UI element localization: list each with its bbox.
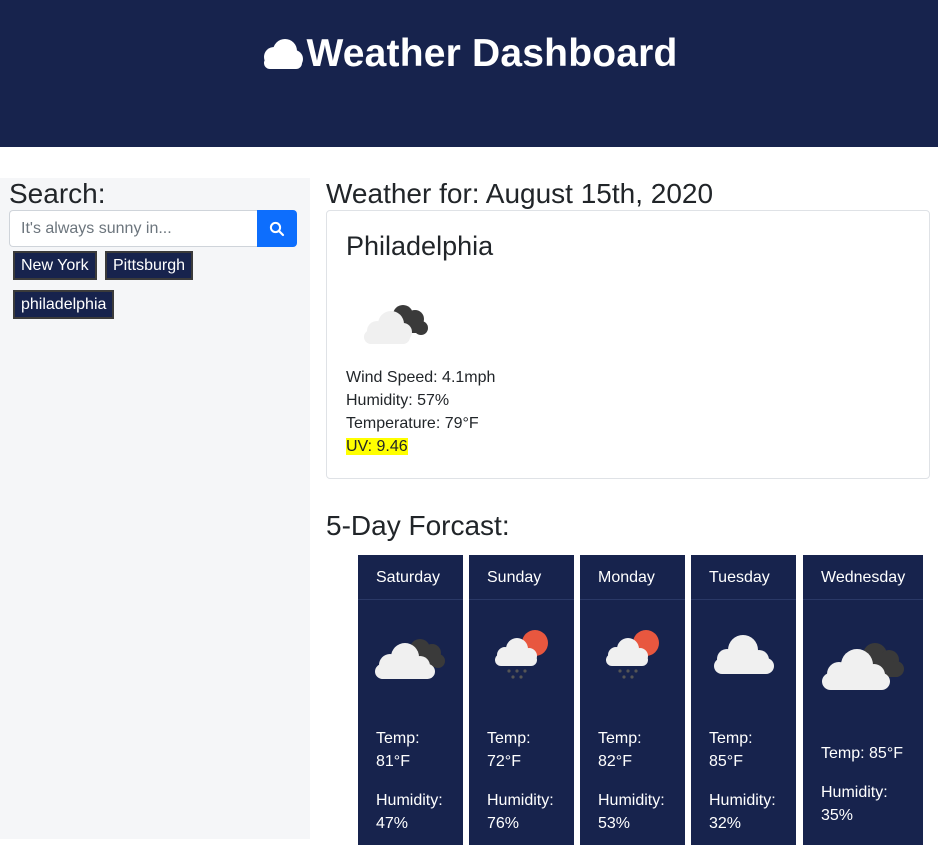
forecast-temp: Temp: 82°F — [598, 730, 642, 770]
search-heading: Search: — [9, 178, 106, 209]
cloud-icon — [714, 635, 774, 674]
forecast-temp: Temp: 85°F — [709, 730, 753, 770]
forecast-day-saturday: Saturday Temp: 81°F Humidity: 47% — [358, 555, 463, 845]
forecast-day-monday: Monday Temp: 82°F Humidity: 53% — [580, 555, 685, 845]
cloud-icon — [264, 38, 304, 69]
forecast-day-name: Tuesday — [709, 569, 770, 586]
forecast-day-tuesday: Tuesday Temp: 85°F Humidity: 32% — [691, 555, 796, 845]
forecast-humidity: Humidity: 35% — [821, 784, 888, 824]
temperature: Temperature: 79°F — [346, 415, 479, 432]
forecast-day-name: Sunday — [487, 569, 542, 586]
rain-sun-icon — [606, 630, 659, 679]
forecast-day-name: Wednesday — [821, 569, 906, 586]
forecast-humidity: Humidity: 47% — [376, 792, 443, 832]
search-row — [9, 210, 297, 247]
forecast-temp: Temp: 85°F — [821, 745, 903, 762]
forecast-humidity: Humidity: 53% — [598, 792, 665, 832]
forecast-day-wednesday: Wednesday Temp: 85°F Humidity: 35% — [803, 555, 923, 845]
forecast-humidity: Humidity: 76% — [487, 792, 554, 832]
humidity: Humidity: 57% — [346, 392, 450, 409]
app-header: Weather Dashboard — [0, 0, 938, 147]
uv-index: UV: 9.46 — [346, 438, 408, 455]
forecast-day-sunday: Sunday Temp: 72°F Humidity: 76% — [469, 555, 574, 845]
forecast-heading: 5-Day Forcast: — [326, 510, 510, 541]
search-input[interactable] — [9, 210, 257, 247]
history-button-philadelphia[interactable]: philadelphia — [13, 290, 115, 319]
cloudy-icon — [822, 643, 904, 690]
current-weather-card: Philadelphia Wind Speed: 4.1mph Humidity… — [326, 210, 930, 479]
search-button[interactable] — [257, 210, 297, 247]
cloudy-icon — [375, 639, 445, 679]
forecast-temp: Temp: 81°F — [376, 730, 420, 770]
search-icon — [269, 221, 285, 236]
cloudy-icon — [364, 305, 428, 344]
forecast-day-name: Saturday — [376, 569, 441, 586]
forecast-day-name: Monday — [598, 569, 655, 586]
search-sidebar: Search: New York Pittsburgh philadelphia — [0, 178, 310, 839]
forecast-temp: Temp: 72°F — [487, 730, 531, 770]
wind-speed: Wind Speed: 4.1mph — [346, 369, 496, 386]
app-title: Weather Dashboard — [306, 31, 678, 75]
history-button-pittsburgh[interactable]: Pittsburgh — [105, 251, 194, 280]
city-name: Philadelphia — [346, 231, 494, 261]
history-button-new-york[interactable]: New York — [13, 251, 97, 280]
current-weather-heading: Weather for: August 15th, 2020 — [326, 178, 714, 209]
forecast-humidity: Humidity: 32% — [709, 792, 776, 832]
rain-sun-icon — [495, 630, 548, 679]
